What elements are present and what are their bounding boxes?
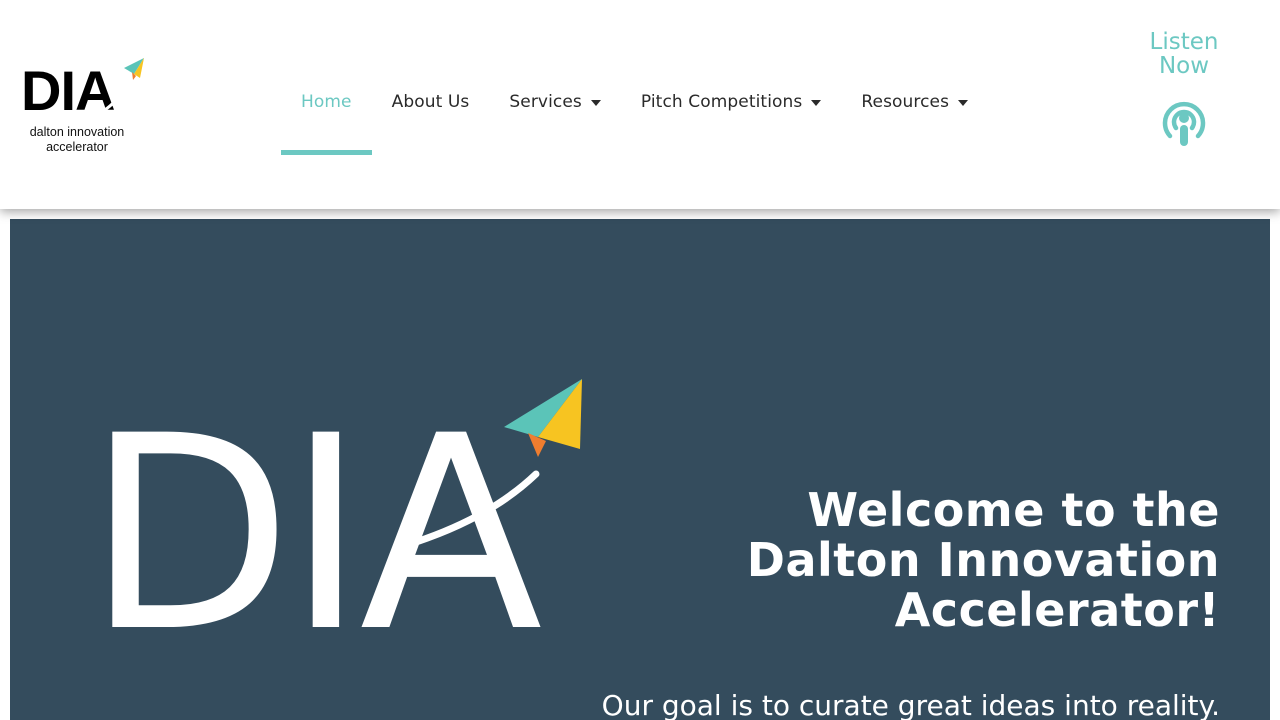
chevron-down-icon [958,100,969,106]
hero-title-line3: Accelerator! [894,583,1220,637]
nav-label-services: Services [509,92,582,112]
nav-label-pitch-competitions: Pitch Competitions [640,92,803,112]
hero-title: Welcome to the Dalton Innovation Acceler… [620,485,1220,635]
chevron-down-icon [811,100,822,106]
site-header: DIA dalton innovation accelerator Home A… [0,0,1280,209]
nav-label-resources: Resources [861,92,950,112]
nav-item-home[interactable]: Home [281,76,372,155]
listen-now-label: Listen Now [1134,30,1234,78]
listen-now-line1: Listen [1149,29,1219,55]
nav-label-home: Home [301,92,352,112]
logo-caption-line2: accelerator [46,139,108,154]
listen-now-line2: Now [1158,53,1210,79]
hero-title-line2: Dalton Innovation [746,533,1220,587]
main-nav: Home About Us Services Pitch Competition… [281,76,988,156]
listen-now-link[interactable]: Listen Now [1126,30,1242,148]
logo-caption-line1: dalton innovation [29,125,125,139]
nav-item-pitch-competitions[interactable]: Pitch Competitions [621,76,841,154]
logo-mark-text: DIA [21,59,114,122]
hero-subtitle: Our goal is to curate great ideas into r… [601,689,1220,720]
logo-caption: dalton innovation accelerator [20,125,134,154]
dia-logo-mark: DIA [21,58,144,122]
hero-title-line1: Welcome to the [807,483,1220,537]
hero-dia-logo: DIA [86,379,582,632]
hero-section: DIA Welcome to the Dalton Innovation Acc… [10,219,1270,720]
header-logo[interactable]: DIA dalton innovation accelerator [20,52,150,156]
chevron-down-icon [590,100,601,106]
nav-label-about-us: About Us [391,92,470,112]
hero-logo-text: DIA [86,379,544,632]
nav-item-about-us[interactable]: About Us [372,76,490,154]
podcast-icon[interactable] [1160,96,1208,148]
nav-item-resources[interactable]: Resources [841,76,988,154]
nav-item-services[interactable]: Services [489,76,621,154]
